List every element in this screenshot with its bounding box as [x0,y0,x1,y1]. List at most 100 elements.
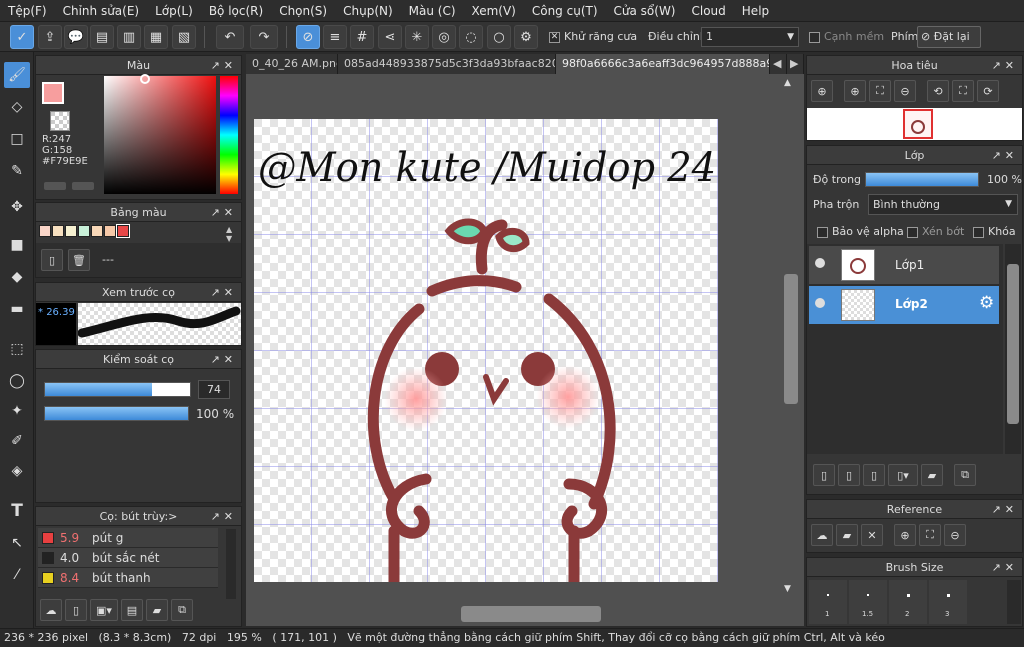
select-eraser-tool-icon[interactable]: ◈ [4,458,30,484]
canvas-vertical-scrollbar[interactable] [784,274,798,404]
fit-icon[interactable]: ⛶ [869,80,891,102]
pen-tool-icon[interactable]: ✎ [4,158,30,184]
zoom-in-icon[interactable]: ⊕ [811,80,833,102]
layer-row-selected[interactable]: Lớp2 ⚙ [809,286,999,324]
scroll-down-icon[interactable]: ▼ [784,584,791,594]
menu-select[interactable]: Chọn(S) [271,4,335,18]
primary-color-swatch[interactable] [42,82,64,104]
palette-swatch[interactable] [104,225,116,237]
layer-opacity-slider[interactable] [865,172,979,187]
snap-parallel-icon[interactable]: ≡ [323,25,347,49]
tab-scroll-left-icon[interactable]: ◀ [770,54,787,74]
palette-swatch[interactable] [39,225,51,237]
gradient-tool-icon[interactable]: ▬ [4,296,30,322]
antialias-checkbox[interactable]: ✕ [549,31,560,43]
tab-scroll-right-icon[interactable]: ▶ [787,54,804,74]
brush-size-preset[interactable]: 2 [889,580,927,624]
cloud-brush-icon[interactable]: ☁ [40,599,62,621]
fill-rect-tool-icon[interactable]: ■ [4,232,30,258]
brush-add-icon[interactable]: ▣▾ [90,599,118,621]
redo-icon[interactable]: ↷ [250,25,278,49]
eraser-tool-icon[interactable]: ◇ [4,94,30,120]
palette-swatch[interactable] [65,225,77,237]
blend-mode-select[interactable]: Bình thường ▼ [868,194,1018,215]
snap-ellipse-icon[interactable]: ○ [487,25,511,49]
navigator-viewport[interactable] [903,109,933,139]
brush-tool-icon[interactable]: 🖌 [4,62,30,88]
delete-palette-icon[interactable]: 🗑 [68,249,90,271]
lasso-tool-icon[interactable]: ◯ [4,368,30,394]
palette-swatch[interactable] [78,225,90,237]
menu-capture[interactable]: Chụp(N) [335,4,401,18]
snap-off-icon[interactable]: ⊘ [296,25,320,49]
snap-grid-icon[interactable]: # [350,25,374,49]
panel-dock-icon[interactable]: ↗✕ [992,146,1018,165]
panel-dock-icon[interactable]: ↗✕ [211,283,237,302]
menu-file[interactable]: Tệp(F) [0,4,55,18]
secondary-color-swatch[interactable] [50,111,70,131]
layer-visibility-icon[interactable] [815,258,825,268]
palette-swatch[interactable] [52,225,64,237]
panel-dock-icon[interactable]: ↗✕ [211,350,237,369]
palette-swatch[interactable] [116,224,130,238]
brush-item[interactable]: 8.4 bút thanh [38,568,218,588]
menu-color[interactable]: Màu (C) [401,4,464,18]
export-icon[interactable]: ⇪ [38,25,62,49]
menu-edit[interactable]: Chỉnh sửa(E) [55,4,148,18]
brush-size-scrollbar[interactable] [1007,580,1021,624]
tab-document-3[interactable]: 98f0a6666c3a6eaff3dc964957d888a9.jpg [556,54,770,74]
layer-visibility-icon[interactable] [815,298,825,308]
soft-edge-toggle[interactable]: Cạnh mềm [809,30,884,43]
brush-size-preset[interactable]: 1 [809,580,847,624]
comment-icon[interactable]: ▤ [90,25,114,49]
undo-icon[interactable]: ↶ [216,25,244,49]
reset-button[interactable]: ⊘ Đặt lại [917,26,981,48]
brush-item[interactable]: 4.0 bút sắc nét [38,548,218,568]
layer-folder-icon[interactable]: ▰ [921,464,943,486]
layer-scrollbar[interactable] [1005,244,1021,454]
open-reference-icon[interactable]: ▰ [836,524,858,546]
brush-item[interactable]: 5.9 pút g [38,528,218,548]
reference-fit-icon[interactable]: ⛶ [919,524,941,546]
zoom-plus-icon[interactable]: ⊕ [844,80,866,102]
drawing-canvas[interactable]: @Mon kute /Muidop 24 [254,119,718,582]
fullscreen-icon[interactable]: ⛶ [952,80,974,102]
menu-layer[interactable]: Lớp(L) [147,4,201,18]
select-pen-tool-icon[interactable]: ✐ [4,428,30,454]
cloud-reference-icon[interactable]: ☁ [811,524,833,546]
new-layer-8bit-icon[interactable]: ▯ [838,464,860,486]
new-layer-1bit-icon[interactable]: ▯ [863,464,885,486]
snap-curve-icon[interactable]: ◌ [459,25,483,49]
snap-radial-icon[interactable]: ✳ [405,25,429,49]
scroll-up-icon[interactable]: ▲ [784,78,791,88]
new-layer-icon[interactable]: ▯ [813,464,835,486]
clipping-toggle[interactable]: Xén bớt [907,225,964,238]
antialias-toggle[interactable]: ✕ Khử răng cưa [549,30,637,43]
snap-settings-icon[interactable]: ⚙ [514,25,538,49]
brush-size-slider[interactable] [44,382,191,397]
hue-slider[interactable] [220,76,238,194]
panel-dock-icon[interactable]: ↗✕ [992,500,1018,519]
move-tool-icon[interactable]: ✥ [4,194,30,220]
rotate-icon[interactable]: ⟲ [927,80,949,102]
lock-checkbox[interactable] [973,226,984,238]
menu-window[interactable]: Cửa sổ(W) [606,4,684,18]
brush-folder-icon[interactable]: ▰ [146,599,168,621]
lock-toggle[interactable]: Khóa [973,225,1016,238]
zoom-out-icon[interactable]: ⊖ [894,80,916,102]
panel-dock-icon[interactable]: ↗✕ [211,56,237,75]
menu-help[interactable]: Help [734,4,777,18]
saturation-picker[interactable] [104,76,216,194]
duplicate-layer-icon[interactable]: ⧉ [954,464,976,486]
panel-dock-icon[interactable]: ↗✕ [211,203,237,222]
brush-opacity-slider[interactable] [44,406,189,421]
eyedropper-tool-icon[interactable]: ⁄ [4,562,30,588]
brush-settings-icon[interactable]: ▤ [121,599,143,621]
select-rect-tool-icon[interactable]: ⬚ [4,336,30,362]
brush-size-preset[interactable]: 3 [929,580,967,624]
saturation-picker-cursor[interactable] [140,74,150,84]
close-reference-icon[interactable]: ✕ [861,524,883,546]
menu-filter[interactable]: Bộ lọc(R) [201,4,271,18]
add-layer-menu-icon[interactable]: ▯▾ [888,464,918,486]
speech-bubble-icon[interactable]: 💬 [64,25,88,49]
